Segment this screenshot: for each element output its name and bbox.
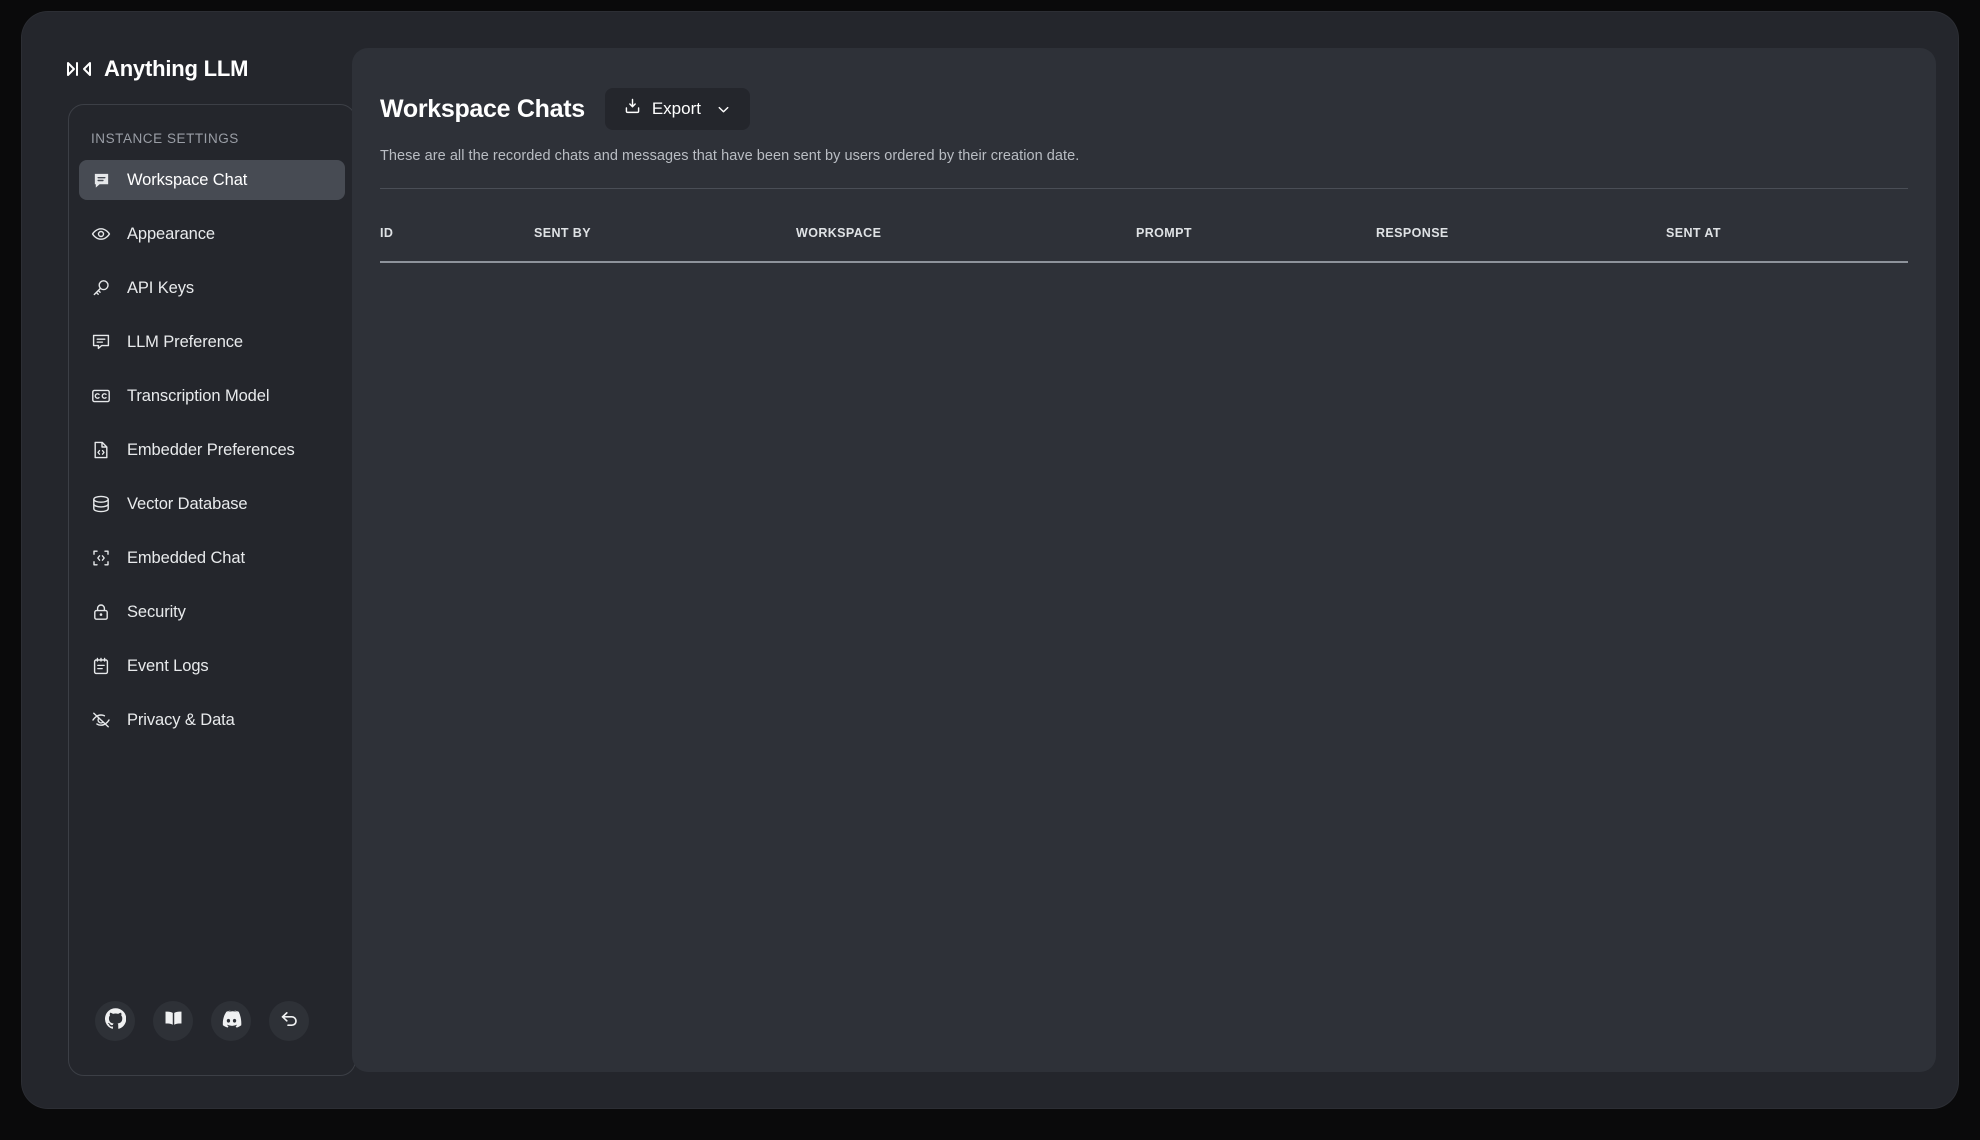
sidebar-item-label: Event Logs <box>127 656 209 675</box>
page-subtitle: These are all the recorded chats and mes… <box>380 148 1080 164</box>
workspace-chats-table: ID SENT BY WORKSPACE PROMPT RESPONSE SEN… <box>352 205 1936 303</box>
sidebar-item-embedder-preferences[interactable]: Embedder Preferences <box>79 430 345 470</box>
sidebar-item-appearance[interactable]: Appearance <box>79 214 345 254</box>
discord-icon <box>221 1008 242 1034</box>
brand: Anything LLM <box>22 12 352 90</box>
chat-bubble-icon <box>91 170 111 190</box>
column-header-sent-by[interactable]: SENT BY <box>534 226 796 240</box>
brand-name: Anything LLM <box>104 56 249 81</box>
sidebar-item-label: Vector Database <box>127 494 248 513</box>
notebook-icon <box>91 656 111 676</box>
file-code-icon <box>91 440 111 460</box>
settings-nav: Workspace Chat Appearance API Keys LLM P… <box>69 160 355 740</box>
docs-link[interactable] <box>153 1001 193 1041</box>
header-divider <box>380 188 1908 189</box>
table-header-row: ID SENT BY WORKSPACE PROMPT RESPONSE SEN… <box>352 205 1936 261</box>
column-header-sent-at[interactable]: SENT AT <box>1666 226 1908 240</box>
sidebar-item-label: Embedded Chat <box>127 548 245 567</box>
main-panel: Workspace Chats Export These are all the… <box>352 48 1936 1072</box>
column-header-id[interactable]: ID <box>380 226 534 240</box>
sidebar-item-embedded-chat[interactable]: Embedded Chat <box>79 538 345 578</box>
sidebar-item-label: Embedder Preferences <box>127 440 295 459</box>
column-header-workspace[interactable]: WORKSPACE <box>796 226 1136 240</box>
github-icon <box>104 1008 126 1034</box>
sidebar-item-label: Appearance <box>127 224 215 243</box>
discord-link[interactable] <box>211 1001 251 1041</box>
sidebar-item-label: Workspace Chat <box>127 170 248 189</box>
sidebar-item-workspace-chat[interactable]: Workspace Chat <box>79 160 345 200</box>
eye-slash-icon <box>91 710 111 730</box>
sidebar-item-label: Privacy & Data <box>127 710 235 729</box>
anythingllm-logo-icon <box>66 56 92 82</box>
export-button[interactable]: Export <box>604 88 750 130</box>
key-icon <box>91 278 111 298</box>
sidebar-item-label: Security <box>127 602 186 621</box>
instance-settings-card: INSTANCE SETTINGS Workspace Chat Appeara… <box>68 104 356 1076</box>
chat-centered-icon <box>91 332 111 352</box>
sidebar-item-security[interactable]: Security <box>79 592 345 632</box>
sidebar-item-transcription-model[interactable]: Transcription Model <box>79 376 345 416</box>
sidebar-item-llm-preference[interactable]: LLM Preference <box>79 322 345 362</box>
sidebar: Anything LLM INSTANCE SETTINGS Workspace… <box>22 12 356 1108</box>
code-window-icon <box>91 548 111 568</box>
export-button-label: Export <box>651 99 701 118</box>
database-icon <box>91 494 111 514</box>
sidebar-item-label: API Keys <box>127 278 195 297</box>
sidebar-item-label: LLM Preference <box>127 332 243 351</box>
eye-icon <box>91 224 111 244</box>
book-open-icon <box>163 1008 184 1034</box>
chevron-down-icon <box>715 101 732 118</box>
github-link[interactable] <box>95 1001 135 1041</box>
lock-icon <box>91 602 111 622</box>
table-body <box>352 263 1936 303</box>
app-window: Anything LLM INSTANCE SETTINGS Workspace… <box>22 12 1958 1108</box>
page-title: Workspace Chats <box>380 94 585 123</box>
sidebar-item-api-keys[interactable]: API Keys <box>79 268 345 308</box>
column-header-response[interactable]: RESPONSE <box>1376 226 1666 240</box>
column-header-prompt[interactable]: PROMPT <box>1136 226 1376 240</box>
title-row: Workspace Chats Export <box>380 88 1936 130</box>
instance-settings-label: INSTANCE SETTINGS <box>91 131 239 146</box>
back-link[interactable] <box>269 1001 309 1041</box>
sidebar-item-privacy-and-data[interactable]: Privacy & Data <box>79 700 345 740</box>
download-tray-icon <box>623 97 642 121</box>
sidebar-item-label: Transcription Model <box>127 386 270 405</box>
sidebar-item-vector-database[interactable]: Vector Database <box>79 484 345 524</box>
arrow-u-turn-left-icon <box>279 1008 300 1034</box>
sidebar-footer <box>69 1001 355 1041</box>
main-header: Workspace Chats Export These are all the… <box>352 48 1936 164</box>
sidebar-item-event-logs[interactable]: Event Logs <box>79 646 345 686</box>
closed-caption-icon <box>91 386 111 406</box>
